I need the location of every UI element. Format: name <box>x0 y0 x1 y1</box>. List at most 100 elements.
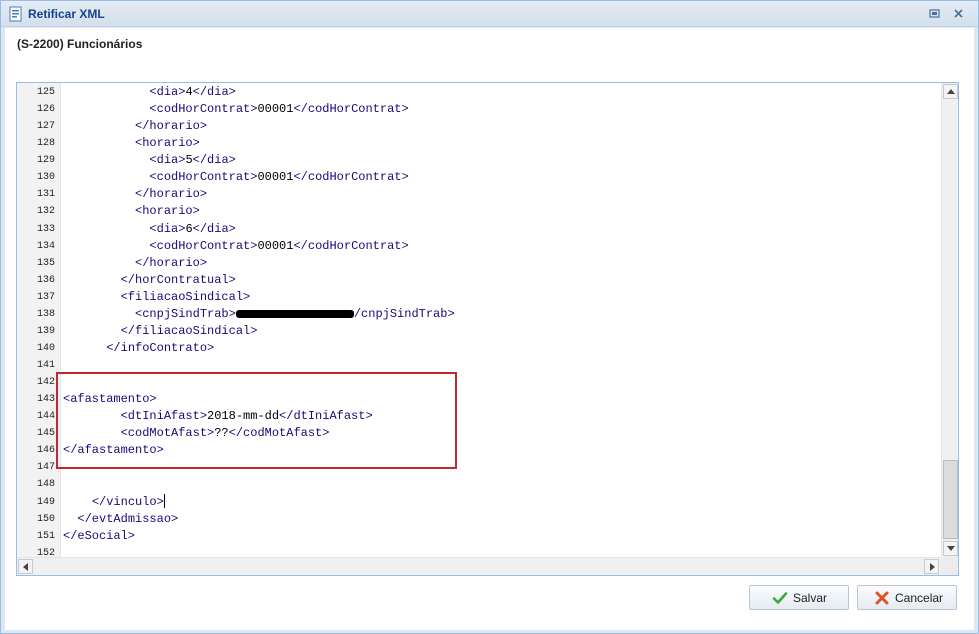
code-line[interactable]: 127 </horario> <box>17 118 941 135</box>
vertical-scroll-thumb[interactable] <box>943 460 958 539</box>
code-lines[interactable]: 125 <dia>4</dia> 126 <codHorContrat>00001… <box>17 84 941 562</box>
line-number: 150 <box>36 513 55 525</box>
xml-tag: </horario> <box>135 255 208 270</box>
xml-tag: </vinculo> <box>91 494 164 509</box>
code-text: </horContratual> <box>63 272 236 289</box>
xml-tag: /cnpjSindTrab> <box>353 306 455 321</box>
code-line[interactable]: 130 <codHorContrat>00001</codHorContrat> <box>17 169 941 186</box>
code-line[interactable]: 140 </infoContrato> <box>17 340 941 357</box>
code-line[interactable]: 132 <horario> <box>17 203 941 220</box>
xml-value: 6 <box>185 221 193 236</box>
code-line[interactable]: 136 </horContratual> <box>17 272 941 289</box>
code-line[interactable]: 149 </vinculo> <box>17 494 941 511</box>
line-number: 146 <box>36 445 55 457</box>
line-number: 138 <box>36 308 55 320</box>
line-number: 142 <box>36 377 55 389</box>
code-text: </horario> <box>63 118 207 135</box>
code-line[interactable]: 129 <dia>5</dia> <box>17 152 941 169</box>
line-number: 136 <box>36 274 55 286</box>
code-line[interactable]: 141 <box>17 357 941 374</box>
xml-tag: </codHorContrat> <box>293 102 409 117</box>
code-text: <dia>6</dia> <box>63 221 235 238</box>
event-subtitle: (S-2200) Funcionários <box>17 37 143 51</box>
cancel-button-label: Cancelar <box>895 591 944 605</box>
line-number: 141 <box>36 360 55 371</box>
code-line[interactable]: 143 <afastamento> <box>17 391 941 408</box>
scroll-right-button[interactable] <box>924 559 939 574</box>
cancel-button[interactable]: Cancelar <box>857 585 957 610</box>
vertical-scrollbar[interactable] <box>941 83 958 557</box>
scroll-down-button[interactable] <box>943 541 958 556</box>
xml-tag: </eSocial> <box>63 528 136 543</box>
code-text: <horario> <box>63 135 200 152</box>
xml-tag: <codHorContrat> <box>149 102 258 117</box>
code-line[interactable]: 150 </evtAdmissao> <box>17 511 941 528</box>
code-line[interactable]: 148 <box>17 476 941 493</box>
code-line[interactable]: 144 <dtIniAfast>2018-mm-dd</dtIniAfast> <box>17 408 941 425</box>
code-text: </horario> <box>63 186 207 203</box>
scroll-left-button[interactable] <box>18 559 33 574</box>
xml-tag: </horario> <box>135 187 208 202</box>
xml-tag: </codHorContrat> <box>293 238 409 253</box>
xml-value: 00001 <box>257 170 294 185</box>
restore-window-icon[interactable] <box>927 6 942 21</box>
code-line[interactable]: 147 <box>17 459 941 476</box>
arrow-left-icon <box>23 563 28 571</box>
dialog-titlebar[interactable]: Retificar XML <box>1 1 978 27</box>
code-line[interactable]: 151 </eSocial> <box>17 528 941 545</box>
horizontal-scrollbar[interactable] <box>17 557 941 575</box>
line-number: 151 <box>36 530 55 542</box>
scroll-up-button[interactable] <box>943 84 958 99</box>
code-line[interactable]: 145 <codMotAfast>??</codMotAfast> <box>17 425 941 442</box>
code-line[interactable]: 126 <codHorContrat>00001</codHorContrat> <box>17 101 941 118</box>
retificar-xml-dialog: Retificar XML (S-2200) Funcionários 125 … <box>0 0 979 634</box>
code-line[interactable]: 133 <dia>6</dia> <box>17 221 941 238</box>
code-text: <codHorContrat>00001</codHorContrat> <box>63 169 408 186</box>
code-line[interactable]: 135 </horario> <box>17 255 941 272</box>
code-text: </evtAdmissao> <box>63 511 178 528</box>
xml-tag: </infoContrato> <box>106 340 215 355</box>
line-number: 137 <box>36 291 55 303</box>
arrow-up-icon <box>947 89 955 94</box>
code-line[interactable]: 139 </filiacaoSindical> <box>17 323 941 340</box>
xml-tag: <codHorContrat> <box>149 170 258 185</box>
code-line[interactable]: 142 <box>17 374 941 391</box>
xml-value: 4 <box>185 85 193 99</box>
close-icon[interactable] <box>951 6 966 21</box>
line-number: 148 <box>36 479 55 491</box>
code-line[interactable]: 128 <horario> <box>17 135 941 152</box>
xml-value: 5 <box>185 153 193 168</box>
dialog-body: (S-2200) Funcionários 125 <dia>4</dia> 12… <box>5 28 974 630</box>
redacted-value <box>235 309 354 318</box>
code-text: </filiacaoSindical> <box>63 323 258 340</box>
code-line[interactable]: 138 <cnpjSindTrab> /cnpjSindTrab> <box>17 306 941 323</box>
line-number: 143 <box>36 394 55 406</box>
code-line[interactable]: 131 </horario> <box>17 186 941 203</box>
line-number: 130 <box>36 172 55 184</box>
x-icon <box>875 591 889 605</box>
arrow-right-icon <box>930 563 935 571</box>
xml-tag: <dia> <box>149 85 186 99</box>
xml-tag: </horario> <box>135 119 208 134</box>
line-number: 127 <box>36 121 55 133</box>
code-line[interactable]: 137 <filiacaoSindical> <box>17 289 941 306</box>
xml-code-editor[interactable]: 125 <dia>4</dia> 126 <codHorContrat>00001… <box>16 82 959 576</box>
code-line[interactable]: 134 <codHorContrat>00001</codHorContrat> <box>17 238 941 255</box>
save-button[interactable]: Salvar <box>749 585 849 610</box>
code-line[interactable]: 146 </afastamento> <box>17 442 941 459</box>
xml-tag: </dtIniAfast> <box>279 409 373 424</box>
xml-tag: </codMotAfast> <box>228 426 330 441</box>
code-text: </vinculo> <box>63 494 165 511</box>
code-line[interactable]: 125 <dia>4</dia> <box>17 84 941 101</box>
